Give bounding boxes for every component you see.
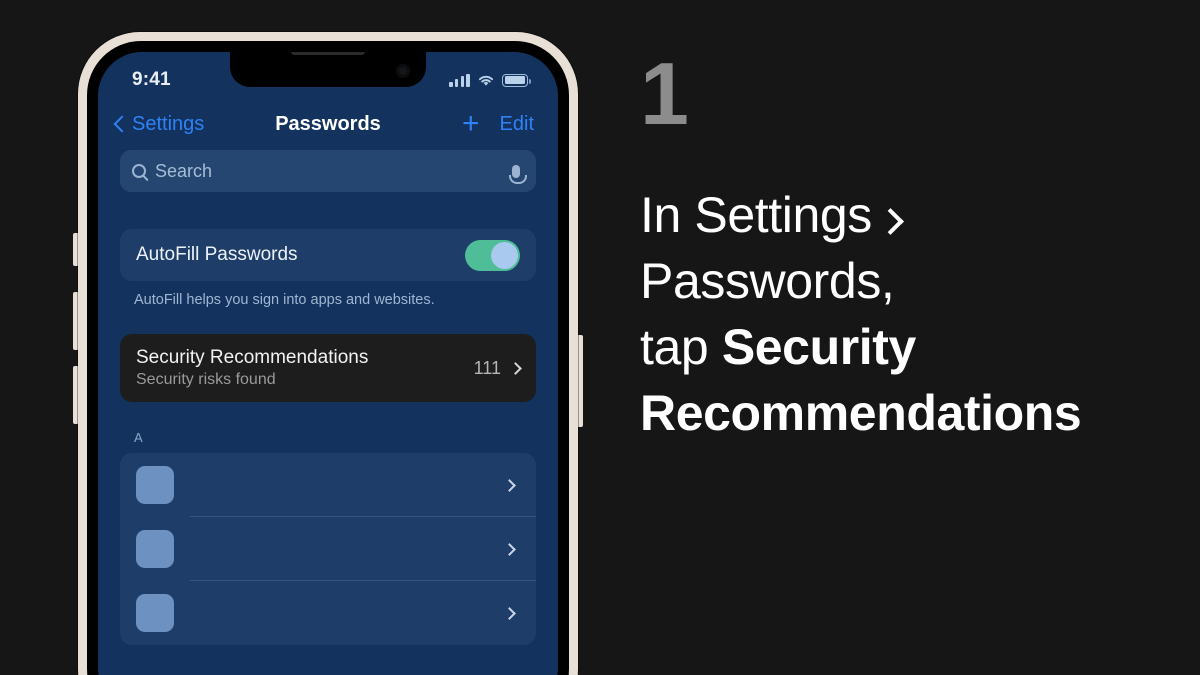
security-recommendations-count: 111	[473, 357, 501, 378]
navigation-actions: + Edit	[462, 109, 534, 139]
instruction-line-1: In Settings	[640, 187, 872, 243]
security-recommendations-subtitle: Security risks found	[136, 371, 276, 388]
password-list	[120, 453, 536, 645]
screenshot-root: 9:41 Settings Passwords + Edit Search Au…	[0, 0, 1200, 675]
site-icon-placeholder	[136, 530, 174, 568]
instruction-line-3-prefix: tap	[640, 319, 722, 375]
instruction-panel: 1 In Settings Passwords, tap Security Re…	[640, 0, 1160, 675]
signal-bars-icon	[449, 73, 470, 87]
list-item[interactable]	[120, 517, 536, 581]
autofill-passwords-toggle[interactable]	[465, 239, 520, 271]
security-recommendations-texts: Security Recommendations Security risks …	[136, 347, 474, 389]
phone-bezel: 9:41 Settings Passwords + Edit Search Au…	[87, 41, 569, 675]
search-icon	[132, 164, 146, 178]
status-bar-indicators	[449, 73, 531, 87]
phone-device-frame: 9:41 Settings Passwords + Edit Search Au…	[78, 32, 578, 675]
step-number: 1	[640, 44, 689, 143]
autofill-passwords-label: AutoFill Passwords	[136, 244, 298, 265]
front-camera-icon	[396, 64, 410, 78]
chevron-right-icon	[503, 606, 516, 620]
list-section-header: A	[134, 430, 143, 445]
search-placeholder: Search	[155, 160, 213, 181]
chevron-right-icon	[876, 208, 904, 235]
instruction-text: In Settings Passwords, tap Security Reco…	[640, 182, 1140, 446]
search-input[interactable]: Search	[120, 150, 536, 192]
autofill-footnote: AutoFill helps you sign into apps and we…	[134, 292, 435, 308]
instruction-line-4-bold: Recommendations	[640, 385, 1082, 441]
list-item[interactable]	[120, 453, 536, 517]
security-recommendations-row[interactable]: Security Recommendations Security risks …	[120, 334, 536, 402]
instruction-line-3-bold: Security	[721, 319, 917, 375]
phone-screen: 9:41 Settings Passwords + Edit Search Au…	[98, 52, 558, 675]
chevron-right-icon	[503, 542, 516, 556]
passwords-content: Search AutoFill Passwords AutoFill helps…	[98, 150, 558, 675]
earpiece-speaker-icon	[291, 52, 365, 55]
toggle-knob	[491, 241, 518, 269]
security-recommendations-title: Security Recommendations	[136, 347, 369, 368]
navigation-bar: Settings Passwords + Edit	[98, 98, 558, 150]
plus-icon[interactable]: +	[462, 109, 480, 139]
battery-icon	[502, 73, 531, 87]
edit-button[interactable]: Edit	[500, 113, 534, 136]
microphone-icon[interactable]	[509, 164, 527, 184]
chevron-right-icon	[503, 478, 516, 492]
site-icon-placeholder	[136, 594, 174, 632]
list-item[interactable]	[120, 581, 536, 645]
instruction-line-2: Passwords,	[640, 253, 895, 309]
wifi-icon	[478, 75, 494, 86]
autofill-passwords-row[interactable]: AutoFill Passwords	[120, 229, 536, 281]
status-bar-time: 9:41	[132, 69, 171, 90]
notch	[230, 52, 426, 87]
site-icon-placeholder	[136, 466, 174, 504]
chevron-right-icon	[509, 361, 522, 375]
